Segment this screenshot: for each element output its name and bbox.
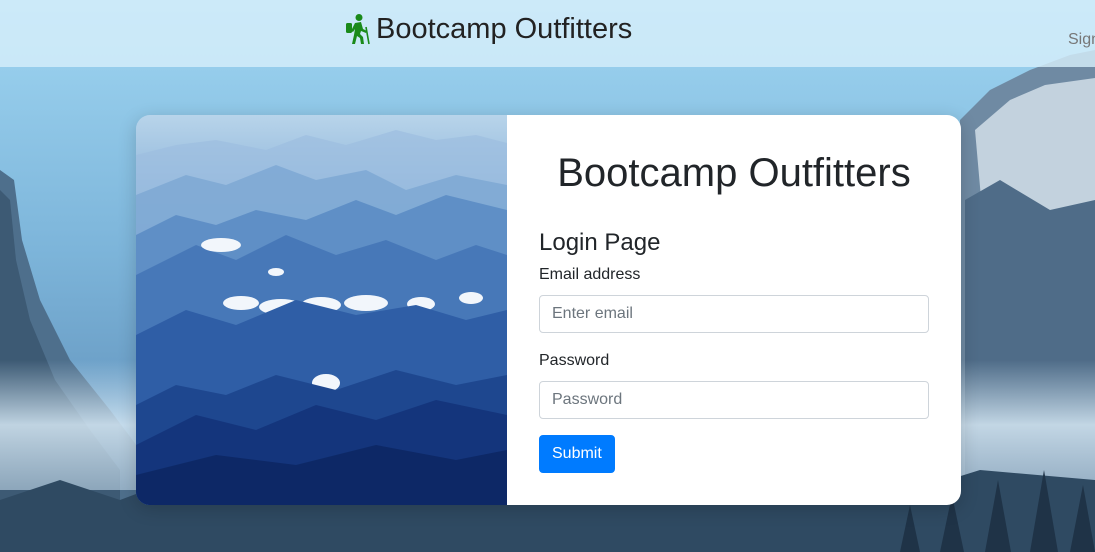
top-navbar: Bootcamp Outfitters Sign [0, 0, 1095, 67]
brand-link[interactable]: Bootcamp Outfitters [344, 12, 632, 46]
hiking-icon [344, 13, 370, 45]
submit-button[interactable]: Submit [539, 435, 615, 473]
login-card: Bootcamp Outfitters Login Page Email add… [136, 115, 961, 505]
email-field[interactable] [539, 295, 929, 333]
email-label: Email address [539, 266, 641, 283]
password-label: Password [539, 352, 610, 369]
brand-name: Bootcamp Outfitters [376, 13, 633, 45]
mountain-landscape-image [136, 115, 507, 505]
login-form-panel: Bootcamp Outfitters Login Page Email add… [507, 115, 961, 505]
password-field[interactable] [539, 381, 929, 419]
card-title: Bootcamp Outfitters [557, 151, 911, 195]
signin-link[interactable]: Sign [1068, 31, 1095, 49]
login-heading: Login Page [539, 229, 661, 256]
